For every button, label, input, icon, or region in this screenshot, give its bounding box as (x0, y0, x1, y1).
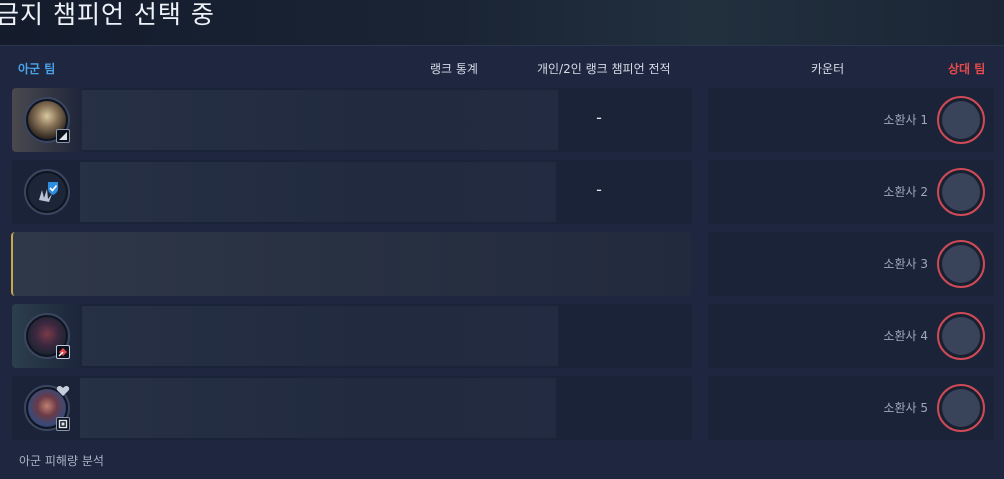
ally-team-header: 아군 팀 (18, 62, 56, 76)
enemy-champion-placeholder (937, 312, 985, 360)
ally-slot[interactable]: - (12, 160, 692, 224)
solo-duo-header: 개인/2인 랭크 챔피언 전적 (537, 62, 671, 76)
enemy-slot: 소환사 1 (708, 88, 994, 152)
player-name-blurred (80, 378, 556, 438)
heart-icon (56, 384, 70, 398)
lane-role-icon (56, 129, 70, 143)
title-bar: 금지 챔피언 선택 중 (0, 0, 1004, 46)
enemy-champion-placeholder (937, 240, 985, 288)
summoner-label: 소환사 3 (883, 257, 928, 271)
player-name-blurred (80, 162, 556, 222)
rank-stat-value: - (596, 108, 602, 127)
summoner-label: 소환사 4 (883, 329, 928, 343)
enemy-champion-placeholder (937, 168, 985, 216)
player-name-blurred (82, 306, 558, 366)
player-name-blurred (82, 90, 558, 150)
summoner-label: 소환사 2 (883, 185, 928, 199)
enemy-champion-placeholder (937, 96, 985, 144)
enemy-slot: 소환사 4 (708, 304, 994, 368)
enemy-champion-placeholder (937, 384, 985, 432)
shield-check-placeholder-icon[interactable] (24, 169, 70, 215)
ally-slot[interactable] (12, 376, 692, 440)
enemy-slot: 소환사 5 (708, 376, 994, 440)
ally-slot[interactable] (12, 304, 692, 368)
counter-header: 카운터 (811, 62, 845, 76)
ally-damage-analysis-link[interactable]: 아군 피해량 분석 (19, 452, 104, 469)
summoner-label: 소환사 5 (883, 401, 928, 415)
ally-slot[interactable]: - (12, 88, 692, 152)
page-title: 금지 챔피언 선택 중 (0, 0, 215, 29)
rank-stats-header: 랭크 통계 (430, 62, 478, 76)
lane-role-icon (56, 417, 70, 431)
enemy-slot: 소환사 3 (708, 232, 994, 296)
rank-stat-value: - (596, 180, 602, 199)
enemy-slot: 소환사 2 (708, 160, 994, 224)
lane-role-icon (56, 345, 70, 359)
enemy-team-header: 상대 팀 (948, 62, 986, 76)
summoner-label: 소환사 1 (883, 113, 928, 127)
ally-slot-active[interactable] (11, 232, 691, 296)
